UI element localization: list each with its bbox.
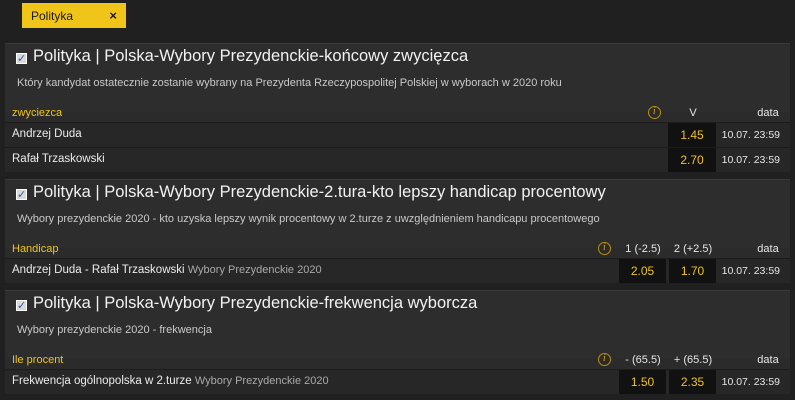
checkbox-icon[interactable]: ✓ xyxy=(16,300,27,312)
column-header-2: 2 (+2.5) xyxy=(673,243,713,255)
section-header: ✓ Polityka | Polska-Wybory Prezydenckie-… xyxy=(5,291,790,359)
section-title: Polityka | Polska-Wybory Prezydenckie-fr… xyxy=(33,294,478,312)
odds-button[interactable]: 1.50 xyxy=(619,370,666,394)
close-icon[interactable]: × xyxy=(109,8,117,23)
selection-name: Andrzej Duda xyxy=(12,128,82,140)
filter-chip-label: Polityka xyxy=(31,8,74,23)
odds-header-row: zwyciezca i V data xyxy=(5,104,790,122)
info-icon[interactable]: i xyxy=(598,353,611,366)
section-header: ✓ Polityka | Polska-Wybory Prezydenckie-… xyxy=(5,44,790,112)
table-row: Rafał Trzaskowski 2.70 10.07. 23:59 xyxy=(5,147,790,172)
section-description: Wybory prezydenckie 2020 - kto uzyska le… xyxy=(17,213,600,225)
event-date: 10.07. 23:59 xyxy=(721,129,780,141)
column-header-date: data xyxy=(757,243,779,255)
odds-button[interactable]: 2.05 xyxy=(619,259,666,283)
odds-header-row: Handicap i 1 (-2.5) 2 (+2.5) data xyxy=(5,240,790,258)
event-name: Andrzej Duda - Rafał Trzaskowski xyxy=(12,264,185,276)
info-icon[interactable]: i xyxy=(598,242,611,255)
section-description: Wybory prezydenckie 2020 - frekwencja xyxy=(17,324,212,336)
section-title: Polityka | Polska-Wybory Prezydenckie-2.… xyxy=(33,183,606,201)
selection-name: Andrzej Duda - Rafał Trzaskowski Wybory … xyxy=(12,264,322,276)
event-subtitle: Wybory Prezydenckie 2020 xyxy=(194,375,329,387)
info-icon[interactable]: i xyxy=(648,106,661,119)
selection-name: Frekwencja ogólnopolska w 2.turze Wybory… xyxy=(12,375,329,387)
event-date: 10.07. 23:59 xyxy=(721,376,780,388)
column-header-1: 1 (-2.5) xyxy=(625,243,661,255)
column-header-over: + (65.5) xyxy=(673,354,713,366)
section-title: Polityka | Polska-Wybory Prezydenckie-ko… xyxy=(33,47,469,65)
event-name: Frekwencja ogólnopolska w 2.turze xyxy=(12,375,192,387)
odds-header-row: Ile procent i - (65.5) + (65.5) data xyxy=(5,351,790,369)
section-description: Który kandydat ostatecznie zostanie wybr… xyxy=(17,77,562,89)
event-date: 10.07. 23:59 xyxy=(721,265,780,277)
selection-name: Rafał Trzaskowski xyxy=(12,153,105,165)
checkbox-icon[interactable]: ✓ xyxy=(16,53,27,65)
column-header-date: data xyxy=(757,107,779,119)
event-subtitle: Wybory Prezydenckie 2020 xyxy=(187,264,322,276)
section-header: ✓ Polityka | Polska-Wybory Prezydenckie-… xyxy=(5,180,790,248)
table-row: Andrzej Duda 1.45 10.07. 23:59 xyxy=(5,122,790,147)
market-section-turnout: ✓ Polityka | Polska-Wybory Prezydenckie-… xyxy=(5,290,790,394)
column-header-under: - (65.5) xyxy=(625,354,661,366)
odds-button[interactable]: 1.70 xyxy=(669,259,716,283)
market-label: Ile procent xyxy=(12,354,64,366)
market-label: Handicap xyxy=(12,243,59,255)
market-section-winner: ✓ Polityka | Polska-Wybory Prezydenckie-… xyxy=(5,43,790,172)
column-header-date: data xyxy=(757,354,779,366)
market-label: zwyciezca xyxy=(12,107,63,119)
column-header-v: V xyxy=(689,107,697,119)
odds-button[interactable]: 2.35 xyxy=(669,370,716,394)
odds-button[interactable]: 2.70 xyxy=(668,148,716,172)
checkbox-icon[interactable]: ✓ xyxy=(16,189,27,201)
table-row: Andrzej Duda - Rafał Trzaskowski Wybory … xyxy=(5,258,790,283)
filter-chip-polityka[interactable]: Polityka × xyxy=(22,3,126,28)
market-section-handicap: ✓ Polityka | Polska-Wybory Prezydenckie-… xyxy=(5,179,790,283)
odds-button[interactable]: 1.45 xyxy=(668,123,716,147)
event-date: 10.07. 23:59 xyxy=(721,154,780,166)
table-row: Frekwencja ogólnopolska w 2.turze Wybory… xyxy=(5,369,790,394)
filter-bar: Polityka × xyxy=(0,0,795,36)
